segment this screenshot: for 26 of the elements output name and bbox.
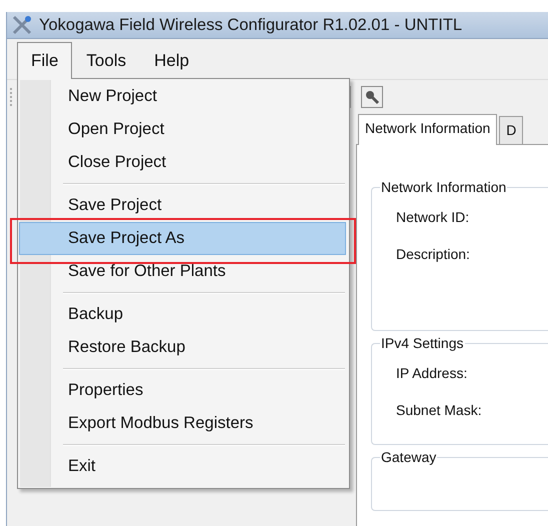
tab[interactable]: D xyxy=(499,116,524,144)
group-title: IPv4 Settings xyxy=(380,335,464,351)
menu-option[interactable]: Open Project xyxy=(18,113,349,146)
menu-option[interactable]: New Project xyxy=(18,80,349,113)
menu-option[interactable]: Save Project xyxy=(18,189,349,222)
field-label: Subnet Mask: xyxy=(396,402,482,418)
menu-option[interactable]: Export Modbus Registers xyxy=(18,407,349,440)
menu-item[interactable]: Tools xyxy=(72,42,140,79)
field-label: IP Address: xyxy=(396,365,468,381)
menu-option[interactable]: Restore Backup xyxy=(18,331,349,364)
app-icon xyxy=(11,14,33,36)
group-title: Gateway xyxy=(380,449,438,465)
field-label: Description: xyxy=(396,246,470,262)
menu-item[interactable]: File xyxy=(17,42,72,79)
menu-option[interactable]: Save for Other Plants xyxy=(18,255,349,288)
menu-option[interactable]: Backup xyxy=(18,298,349,331)
menu-option[interactable]: Save Project As xyxy=(19,222,346,255)
tab[interactable]: Network Information xyxy=(358,114,498,145)
tool-icon[interactable] xyxy=(361,86,383,108)
group-title: Network Information xyxy=(380,179,508,195)
menu-option[interactable]: Close Project xyxy=(18,146,349,179)
menu-item[interactable]: Help xyxy=(140,42,204,79)
menu-option[interactable]: Exit xyxy=(18,450,349,483)
field-label: Network ID: xyxy=(396,209,470,225)
menu-option[interactable]: Properties xyxy=(18,374,349,407)
window-title: Yokogawa Field Wireless Configurator R1.02.01 - UNTITL xyxy=(39,16,462,34)
